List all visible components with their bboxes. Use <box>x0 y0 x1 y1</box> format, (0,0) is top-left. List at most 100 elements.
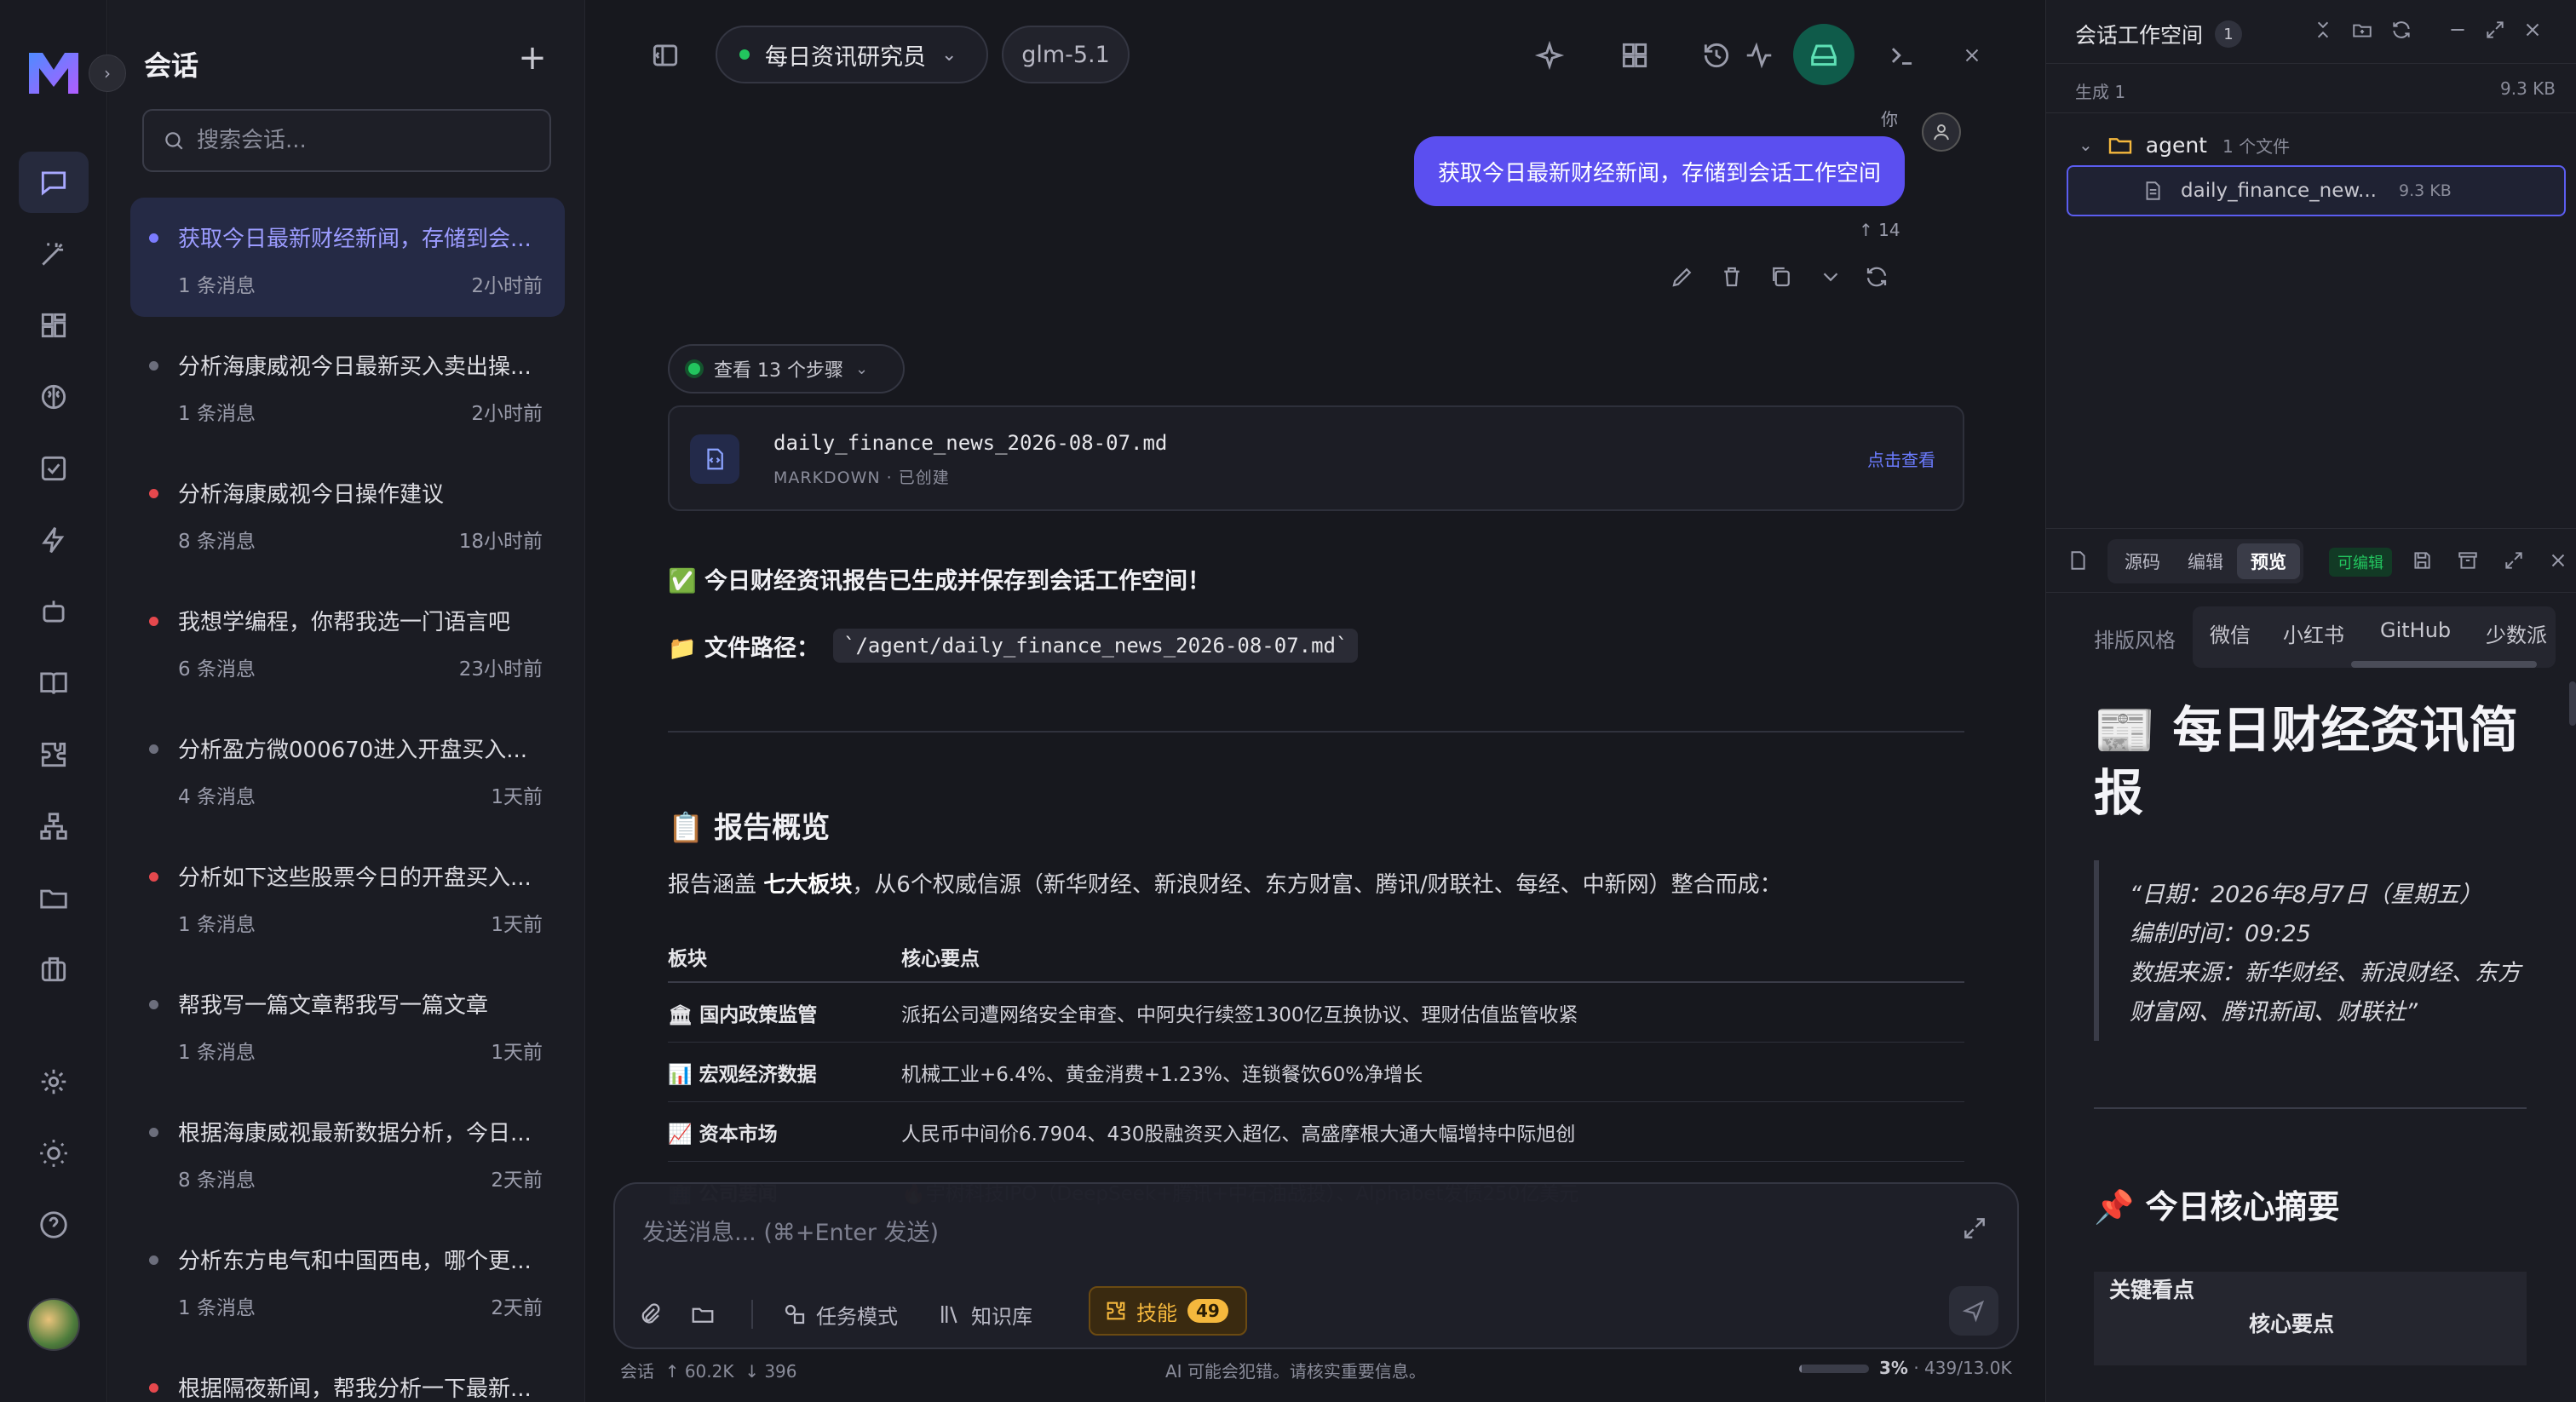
minimize-panel-button[interactable] <box>2447 19 2472 44</box>
terminal-button[interactable] <box>1881 34 1923 77</box>
app-window: › 会话 + 搜索会话... 获取今日最新财经新闻，存储到会... 1 条消息 … <box>0 0 2576 1402</box>
tab-source[interactable]: 源码 <box>2111 543 2174 579</box>
file-type: MARKDOWN <box>773 468 881 487</box>
message-input[interactable] <box>642 1220 1920 1246</box>
maximize-panel-button[interactable] <box>2484 19 2510 44</box>
status-dot <box>149 489 158 498</box>
success-message: ✅ 今日财经资讯报告已生成并保存到会话工作空间！ <box>668 568 1211 595</box>
briefcase-icon[interactable] <box>19 939 89 1000</box>
tab-preview[interactable]: 预览 <box>2237 543 2300 579</box>
task-check-icon[interactable] <box>19 438 89 499</box>
lightning-icon[interactable] <box>19 509 89 571</box>
history-button[interactable] <box>1695 34 1738 77</box>
style-xiaohongshu[interactable]: 小红书 <box>2283 618 2344 648</box>
expand-icon[interactable] <box>1961 1215 1988 1242</box>
close-panel-button[interactable] <box>2521 19 2547 44</box>
settings-gear-icon[interactable] <box>19 1051 89 1112</box>
conversation-title: 我想学编程，你帮我选一门语言吧 <box>178 610 511 635</box>
file-attachment-card[interactable]: daily_finance_news_2026-08-07.md MARKDOW… <box>668 405 1964 511</box>
folder-open-icon[interactable] <box>19 867 89 928</box>
plus-icon: + <box>518 38 547 78</box>
file-name: daily_finance_news_2026-08-07.md <box>773 431 1168 455</box>
session-label: 会话 <box>620 1361 654 1382</box>
refresh-workspace-button[interactable] <box>2390 19 2416 44</box>
knowledge-base-button[interactable]: 知识库 <box>937 1293 1032 1336</box>
agent-status-dot <box>739 49 750 60</box>
conversation-item[interactable]: 分析东方电气和中国西电，哪个更... 1 条消息 2天前 <box>130 1220 565 1339</box>
conversation-item[interactable]: 根据隔夜新闻，帮我分析一下最新... <box>130 1347 565 1402</box>
hierarchy-icon[interactable] <box>19 796 89 857</box>
more-actions-button[interactable] <box>1818 264 1847 293</box>
app-logo[interactable] <box>24 43 83 102</box>
view-steps-button[interactable]: 查看 13 个步骤 ⌄ <box>668 344 905 394</box>
grid-icon[interactable] <box>19 295 89 356</box>
close-preview-button[interactable] <box>2547 549 2571 573</box>
copy-message-button[interactable] <box>1768 264 1797 293</box>
agent-selector[interactable]: 每日资讯研究员 ⌄ <box>716 26 988 83</box>
skills-button[interactable]: 技能 49 <box>1089 1286 1247 1336</box>
new-conversation-button[interactable]: + <box>515 41 549 75</box>
close-chat-button[interactable] <box>1951 34 1993 77</box>
save-button[interactable] <box>2411 549 2435 573</box>
conversation-item[interactable]: 根据海康威视最新数据分析，今日... 8 条消息 2天前 <box>130 1092 565 1211</box>
help-icon[interactable] <box>19 1194 89 1255</box>
workspace-toggle-button[interactable] <box>1793 24 1854 85</box>
style-github[interactable]: GitHub <box>2380 618 2451 642</box>
send-button[interactable] <box>1949 1286 1998 1336</box>
conversation-item[interactable]: 分析海康威视今日最新买入卖出操... 1 条消息 2小时前 <box>130 325 565 445</box>
divider <box>668 731 1964 733</box>
folder-item-agent[interactable]: ⌄ agent 1 个文件 <box>2079 131 2290 158</box>
refresh-icon <box>2393 21 2410 38</box>
folder-icon <box>692 1307 714 1323</box>
skills-label: 技能 <box>1136 1301 1177 1325</box>
regenerate-button[interactable] <box>1864 264 1893 293</box>
conversation-item[interactable]: 获取今日最新财经新闻，存储到会... 1 条消息 2小时前 <box>130 198 565 317</box>
robot-icon[interactable] <box>19 581 89 642</box>
skills-count-badge: 49 <box>1187 1299 1228 1323</box>
edit-message-button[interactable] <box>1670 264 1699 293</box>
brain-icon[interactable] <box>19 366 89 428</box>
trash-icon <box>1724 267 1739 287</box>
chat-icon[interactable] <box>19 152 89 213</box>
knowledge-base-label: 知识库 <box>971 1304 1032 1329</box>
toggle-sidebar-button[interactable] <box>644 34 687 77</box>
style-sspai[interactable]: 少数派 <box>2486 618 2547 648</box>
code-file-icon <box>690 434 739 484</box>
puzzle-icon[interactable] <box>19 724 89 785</box>
preview-scrollbar[interactable] <box>2569 681 2576 726</box>
magic-wand-icon[interactable] <box>19 223 89 284</box>
user-avatar[interactable] <box>27 1298 80 1351</box>
conversation-item[interactable]: 分析海康威视今日操作建议 8 条消息 18小时前 <box>130 453 565 572</box>
collapse-all-button[interactable] <box>2312 19 2337 44</box>
delete-message-button[interactable] <box>1719 264 1748 293</box>
folder-button[interactable] <box>690 1293 724 1336</box>
conversation-item[interactable]: 分析如下这些股票今日的开盘买入... 1 条消息 1天前 <box>130 836 565 956</box>
file-item[interactable]: daily_finance_new... 9.3 KB <box>2067 165 2566 216</box>
fullscreen-button[interactable] <box>2503 549 2527 573</box>
style-wechat[interactable]: 微信 <box>2210 618 2251 648</box>
attach-button[interactable] <box>637 1293 671 1336</box>
search-input[interactable] <box>197 128 538 153</box>
chat-main: 每日资讯研究员 ⌄ glm-5.1 你 获取今日最新财经新闻，存储到会话工作空间… <box>586 0 2044 1402</box>
style-scrollbar[interactable] <box>2351 661 2537 668</box>
close-icon <box>2551 554 2565 567</box>
apps-button[interactable] <box>1613 34 1656 77</box>
task-mode-button[interactable]: 任务模式 <box>782 1293 898 1336</box>
expand-rail-button[interactable]: › <box>89 55 126 92</box>
model-selector[interactable]: glm-5.1 <box>1002 26 1130 83</box>
archive-button[interactable] <box>2457 549 2481 573</box>
paperclip-icon <box>641 1303 660 1324</box>
book-icon[interactable] <box>19 652 89 714</box>
conversation-item[interactable]: 我想学编程，你帮我选一门语言吧 6 条消息 23小时前 <box>130 581 565 700</box>
search-box[interactable] <box>142 109 551 172</box>
conversation-item[interactable]: 帮我写一篇文章帮我写一篇文章 1 条消息 1天前 <box>130 964 565 1083</box>
conversation-title: 帮我写一篇文章帮我写一篇文章 <box>178 993 489 1019</box>
sun-icon[interactable] <box>19 1123 89 1184</box>
tab-edit[interactable]: 编辑 <box>2174 543 2237 579</box>
activity-button[interactable] <box>1738 34 1780 77</box>
new-folder-button[interactable] <box>2351 19 2377 44</box>
open-file-link[interactable]: 点击查看 <box>1867 446 1935 471</box>
conversation-item[interactable]: 分析盈方微000670进入开盘买入... 4 条消息 1天前 <box>130 709 565 828</box>
sparkle-button[interactable] <box>1528 34 1571 77</box>
status-dot <box>149 872 158 882</box>
